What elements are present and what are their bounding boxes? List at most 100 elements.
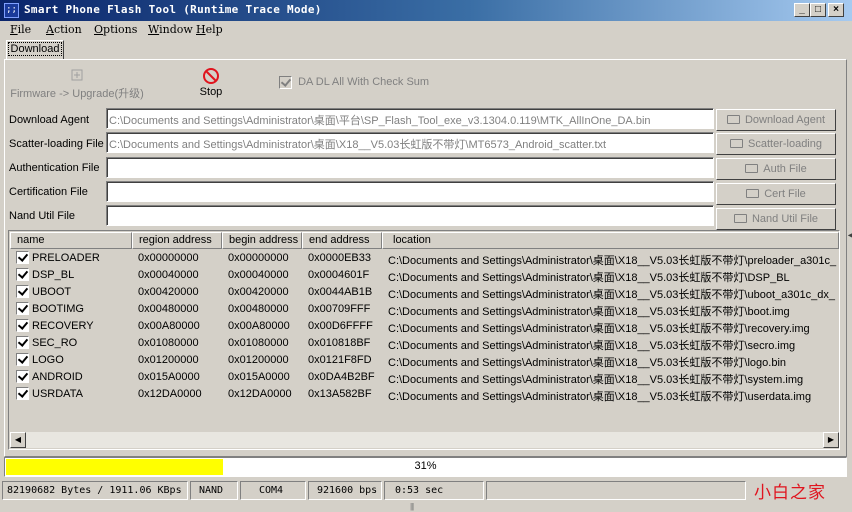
row-checkbox[interactable] xyxy=(16,251,29,264)
cell-name: PRELOADER xyxy=(32,252,100,264)
cell-name: UBOOT xyxy=(32,286,72,298)
status-com-port: COM4 xyxy=(240,481,306,500)
table-row[interactable]: SEC_RO 0x01080000 0x01080000 0x010818BF C:\D… xyxy=(10,335,839,352)
row-checkbox[interactable] xyxy=(16,268,29,281)
table-row[interactable]: USRDATA 0x12DA0000 0x12DA0000 0x13A582BF C:\… xyxy=(10,386,839,403)
cell-region: 0x01200000 xyxy=(138,354,199,366)
nand-util-file-field[interactable] xyxy=(106,205,714,226)
cell-name: USRDATA xyxy=(32,388,83,400)
cell-location: C:\Documents and Settings\Administrator\… xyxy=(388,272,790,284)
menu-window[interactable]: Window xyxy=(148,23,193,36)
menu-action[interactable]: Action xyxy=(46,23,82,36)
scroll-right-arrow-icon[interactable]: ▶ xyxy=(823,432,839,448)
cell-end: 0x010818BF xyxy=(308,337,371,349)
status-transfer-rate: 82190682 Bytes / 1911.06 KBps xyxy=(2,481,188,500)
cell-begin: 0x015A0000 xyxy=(228,371,290,383)
table-row[interactable]: LOGO 0x01200000 0x01200000 0x0121F8FD C:\Doc… xyxy=(10,352,839,369)
cell-region: 0x12DA0000 xyxy=(138,388,202,400)
column-header-end-address[interactable]: end address xyxy=(302,232,382,249)
resize-grip-icon[interactable]: ||| xyxy=(410,502,414,511)
status-baud-rate: 921600 bps xyxy=(308,481,382,500)
authentication-file-field[interactable] xyxy=(106,157,714,178)
cell-end: 0x13A582BF xyxy=(308,388,372,400)
cell-end: 0x00D6FFFF xyxy=(308,320,373,332)
maximize-button[interactable]: □ xyxy=(810,3,826,17)
app-icon: ;; xyxy=(4,3,19,18)
row-checkbox[interactable] xyxy=(16,353,29,366)
cell-name: RECOVERY xyxy=(32,320,94,332)
scatter-loading-label: Scatter-loading File xyxy=(9,138,104,150)
cell-region: 0x00480000 xyxy=(138,303,199,315)
cell-end: 0x0121F8FD xyxy=(308,354,372,366)
stop-button[interactable]: Stop xyxy=(192,67,230,98)
menu-file[interactable]: File xyxy=(10,23,31,36)
cell-begin: 0x00000000 xyxy=(228,252,289,264)
cell-begin: 0x00A80000 xyxy=(228,320,290,332)
cell-begin: 0x01200000 xyxy=(228,354,289,366)
da-dl-checksum-checkbox[interactable] xyxy=(279,76,292,89)
stop-icon xyxy=(203,68,219,84)
auth-file-button[interactable]: Auth File xyxy=(716,158,836,180)
folder-icon xyxy=(745,163,759,173)
cell-region: 0x00040000 xyxy=(138,269,199,281)
table-row[interactable]: RECOVERY 0x00A80000 0x00A80000 0x00D6FFFF C:… xyxy=(10,318,839,335)
menu-bar: File Action Options Window Help xyxy=(0,21,852,40)
download-agent-label: Download Agent xyxy=(9,114,90,126)
table-row[interactable]: DSP_BL 0x00040000 0x00040000 0x0004601F C:\D… xyxy=(10,267,839,284)
cell-name: SEC_RO xyxy=(32,337,78,349)
scatter-loading-button[interactable]: Scatter-loading xyxy=(716,133,836,155)
column-header-region-address[interactable]: region address xyxy=(132,232,222,249)
column-header-name[interactable]: name xyxy=(10,232,132,249)
download-agent-button[interactable]: Download Agent xyxy=(716,109,836,131)
cell-begin: 0x12DA0000 xyxy=(228,388,292,400)
window-edge-scroll-icon: ◄ xyxy=(846,230,852,240)
list-header: name region address begin address end ad… xyxy=(10,232,839,249)
column-header-begin-address[interactable]: begin address xyxy=(222,232,302,249)
certification-file-label: Certification File xyxy=(9,186,88,198)
row-checkbox[interactable] xyxy=(16,336,29,349)
cell-location: C:\Documents and Settings\Administrator\… xyxy=(388,323,810,335)
firmware-upgrade-button[interactable]: Firmware -> Upgrade(升级) xyxy=(10,68,144,101)
cell-location: C:\Documents and Settings\Administrator\… xyxy=(388,357,787,369)
certification-file-field[interactable] xyxy=(106,181,714,202)
cell-name: LOGO xyxy=(32,354,64,366)
cell-region: 0x00000000 xyxy=(138,252,199,264)
row-checkbox[interactable] xyxy=(16,285,29,298)
minimize-button[interactable]: _ xyxy=(794,3,810,17)
firmware-upgrade-label: Firmware -> Upgrade(升级) xyxy=(10,88,144,100)
folder-icon xyxy=(746,188,760,198)
horizontal-scrollbar[interactable]: ◀ ▶ xyxy=(10,432,839,448)
nand-util-file-button[interactable]: Nand Util File xyxy=(716,208,836,230)
table-row[interactable]: UBOOT 0x00420000 0x00420000 0x0044AB1B C:\Do… xyxy=(10,284,839,301)
table-row[interactable]: ANDROID 0x015A0000 0x015A0000 0x0DA4B2BF C:\… xyxy=(10,369,839,386)
menu-help[interactable]: Help xyxy=(196,23,223,36)
column-header-location[interactable]: location xyxy=(382,232,839,249)
da-dl-checksum-option[interactable]: DA DL All With Check Sum xyxy=(279,76,429,89)
cell-begin: 0x00040000 xyxy=(228,269,289,281)
cell-end: 0x00709FFF xyxy=(308,303,371,315)
title-bar: ;; Smart Phone Flash Tool (Runtime Trace… xyxy=(0,0,852,21)
folder-icon xyxy=(730,138,743,148)
scatter-loading-field[interactable]: C:\Documents and Settings\Administrator\… xyxy=(106,132,714,153)
cell-location: C:\Documents and Settings\Administrator\… xyxy=(388,374,804,386)
menu-options[interactable]: Options xyxy=(94,23,137,36)
close-button[interactable]: × xyxy=(828,3,844,17)
table-row[interactable]: PRELOADER 0x00000000 0x00000000 0x0000EB33 C… xyxy=(10,250,839,267)
folder-icon xyxy=(733,213,747,223)
cert-file-button[interactable]: Cert File xyxy=(716,183,836,205)
row-checkbox[interactable] xyxy=(16,302,29,315)
scroll-left-arrow-icon[interactable]: ◀ xyxy=(10,432,26,448)
folder-icon xyxy=(726,114,740,124)
row-checkbox[interactable] xyxy=(16,370,29,383)
cell-region: 0x00A80000 xyxy=(138,320,200,332)
cell-begin: 0x00420000 xyxy=(228,286,289,298)
tab-download[interactable]: Download xyxy=(6,40,64,60)
cell-region: 0x00420000 xyxy=(138,286,199,298)
cell-location: C:\Documents and Settings\Administrator\… xyxy=(388,289,835,301)
partition-list[interactable]: name region address begin address end ad… xyxy=(8,230,840,450)
watermark-text: 小白之家 xyxy=(754,483,826,503)
table-row[interactable]: BOOTIMG 0x00480000 0x00480000 0x00709FFF C:\… xyxy=(10,301,839,318)
download-agent-field[interactable]: C:\Documents and Settings\Administrator\… xyxy=(106,108,714,129)
row-checkbox[interactable] xyxy=(16,387,29,400)
row-checkbox[interactable] xyxy=(16,319,29,332)
